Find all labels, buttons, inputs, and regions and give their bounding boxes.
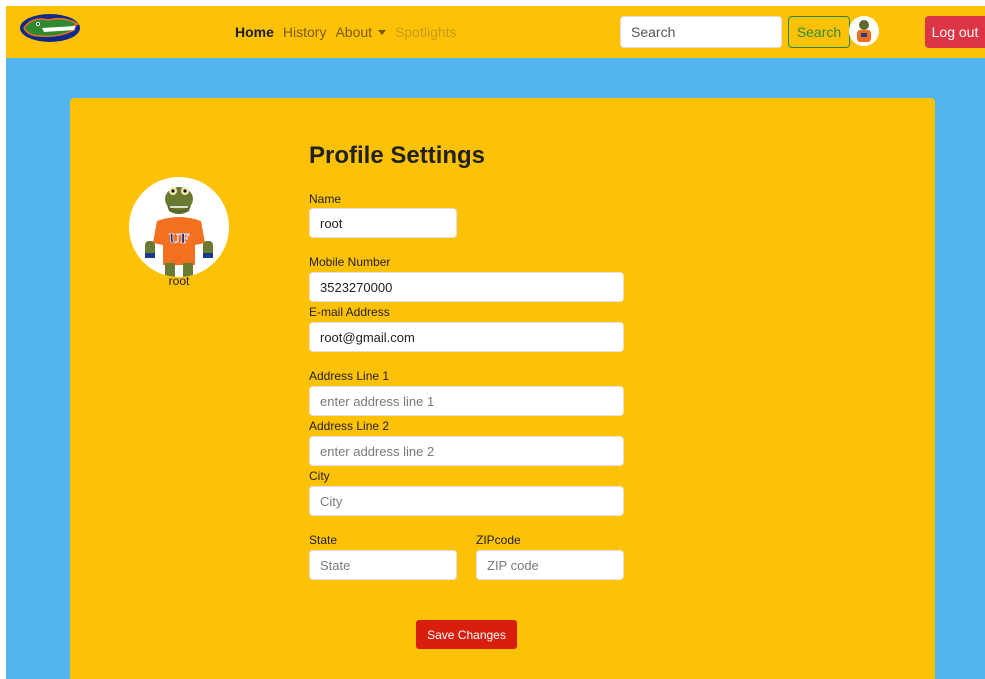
state-field[interactable] — [309, 550, 457, 580]
profile-avatar: UF — [129, 177, 229, 277]
app-window: Home History About Spotlights Search Log… — [6, 6, 985, 679]
nav-link-spotlights[interactable]: Spotlights — [395, 24, 456, 40]
navbar: Home History About Spotlights Search Log… — [6, 6, 985, 58]
mobile-label: Mobile Number — [309, 255, 391, 269]
city-label: City — [309, 469, 330, 483]
nav-links: Home History About Spotlights — [235, 24, 466, 40]
email-field[interactable] — [309, 322, 624, 352]
zip-field[interactable] — [476, 550, 624, 580]
mobile-field[interactable] — [309, 272, 624, 302]
state-label: State — [309, 533, 338, 547]
gator-mascot-avatar: UF — [129, 177, 229, 277]
logout-button[interactable]: Log out — [925, 16, 985, 48]
zip-label: ZIPcode — [476, 533, 521, 547]
search-button[interactable]: Search — [788, 16, 850, 48]
search-input[interactable] — [620, 16, 782, 48]
name-field[interactable] — [309, 208, 457, 238]
svg-text:UF: UF — [169, 232, 190, 247]
page-title: Profile Settings — [309, 142, 486, 169]
gator-logo-icon[interactable] — [18, 10, 82, 46]
nav-link-about[interactable]: About — [335, 24, 387, 40]
profile-username: root — [168, 274, 190, 288]
address2-field[interactable] — [309, 436, 624, 466]
address1-label: Address Line 1 — [309, 369, 390, 383]
nav-link-home[interactable]: Home — [235, 24, 274, 40]
city-field[interactable] — [309, 486, 624, 516]
name-label: Name — [309, 192, 342, 206]
nav-link-about-label: About — [335, 24, 373, 40]
profile-card: UF root Profile Settings Name Mobile Num… — [70, 98, 935, 679]
address1-field[interactable] — [309, 386, 624, 416]
email-label: E-mail Address — [309, 305, 390, 319]
nav-link-history[interactable]: History — [283, 24, 327, 40]
save-changes-button[interactable]: Save Changes — [416, 620, 517, 649]
chevron-down-icon — [378, 30, 387, 35]
address2-label: Address Line 2 — [309, 419, 390, 433]
user-avatar-icon[interactable] — [849, 16, 879, 46]
